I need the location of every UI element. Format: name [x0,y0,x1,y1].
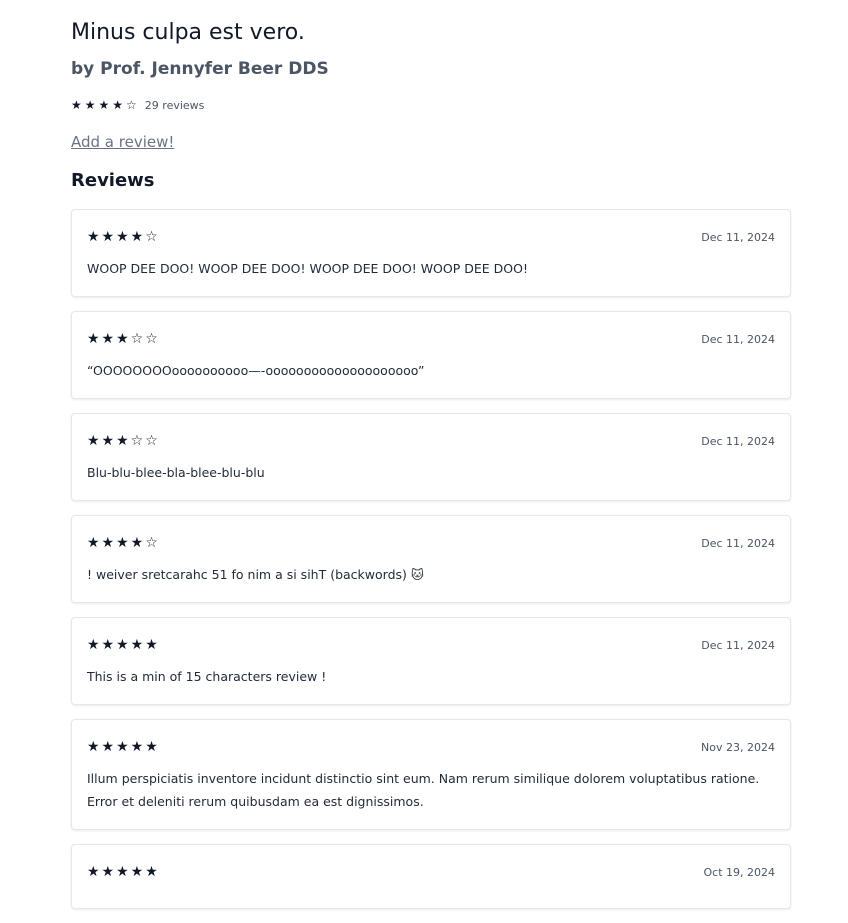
review-card: ★★★★☆ Dec 11, 2024 WOOP DEE DOO! WOOP DE… [71,209,791,297]
review-card: ★★★★★ Oct 19, 2024 [71,844,791,909]
review-stars-icon: ★★★★★ [87,864,160,880]
review-text: This is a min of 15 characters review ! [87,669,327,684]
review-date: Dec 11, 2024 [701,332,775,346]
review-text: Blu-blu-blee-bla-blee-blu-blu [87,465,265,480]
review-header: ★★★☆☆ Dec 11, 2024 [87,432,775,450]
book-title: Minus culpa est vero. [71,20,305,45]
review-header: ★★★★☆ Dec 11, 2024 [87,228,775,246]
review-date: Dec 11, 2024 [701,230,775,244]
review-stars-icon: ★★★★☆ [87,229,160,245]
review-header: ★★★★★ Oct 19, 2024 [87,863,775,881]
add-review-link[interactable]: Add a review! [71,133,174,151]
review-card: ★★★☆☆ Dec 11, 2024 “OOOOOOOOoooooooooo—-… [71,311,791,399]
review-date: Dec 11, 2024 [701,434,775,448]
review-card: ★★★☆☆ Dec 11, 2024 Blu-blu-blee-bla-blee… [71,413,791,501]
review-text: ! weiver sretcarahc 51 fo nim a si sihT … [87,567,424,582]
review-header: ★★★★★ Dec 11, 2024 [87,636,775,654]
review-text: “OOOOOOOOoooooooooo—-ooooooooooooooooooo… [87,363,425,378]
book-author: by Prof. Jennyfer Beer DDS [71,59,329,79]
review-stars-icon: ★★★☆☆ [87,331,160,347]
review-header: ★★★★☆ Dec 11, 2024 [87,534,775,552]
review-header: ★★★★★ Nov 23, 2024 [87,738,775,756]
review-text: Illum perspiciatis inventore incidunt di… [87,771,760,809]
review-header: ★★★☆☆ Dec 11, 2024 [87,330,775,348]
review-date: Nov 23, 2024 [701,740,775,754]
review-count: 29 reviews [144,98,205,112]
review-list: ★★★★☆ Dec 11, 2024 WOOP DEE DOO! WOOP DE… [71,209,791,923]
review-stars-icon: ★★★★★ [87,637,160,653]
rating-summary: ★★★★☆ 29 reviews [71,98,204,112]
review-card: ★★★★☆ Dec 11, 2024 ! weiver sretcarahc 5… [71,515,791,603]
review-date: Dec 11, 2024 [701,536,775,550]
review-card: ★★★★★ Nov 23, 2024 Illum perspiciatis in… [71,719,791,830]
review-stars-icon: ★★★★★ [87,739,160,755]
review-stars-icon: ★★★☆☆ [87,433,160,449]
review-date: Dec 11, 2024 [701,638,775,652]
review-stars-icon: ★★★★☆ [87,535,160,551]
reviews-heading: Reviews [71,170,155,191]
review-date: Oct 19, 2024 [703,865,776,879]
review-text: WOOP DEE DOO! WOOP DEE DOO! WOOP DEE DOO… [87,261,528,276]
rating-stars-icon: ★★★★☆ [71,98,140,112]
review-card: ★★★★★ Dec 11, 2024 This is a min of 15 c… [71,617,791,705]
